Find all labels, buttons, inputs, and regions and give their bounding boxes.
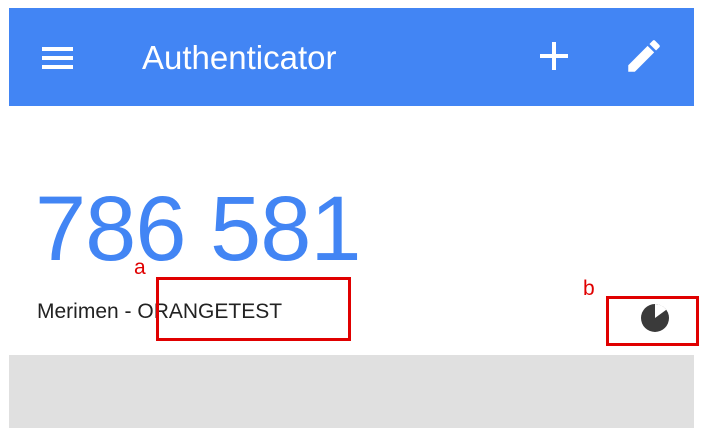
account-card[interactable]: 786 581 Merimen - ORANGETEST <box>9 106 694 355</box>
add-account-button[interactable] <box>534 36 574 76</box>
next-account-placeholder <box>9 355 694 428</box>
menu-button[interactable] <box>39 38 79 78</box>
annotation-label-b: b <box>583 277 595 300</box>
otp-code[interactable]: 786 581 <box>35 179 362 279</box>
app-bar: Authenticator <box>9 8 694 106</box>
annotation-box-a <box>156 277 351 341</box>
annotation-label-a: a <box>134 256 146 279</box>
account-issuer: Merimen <box>37 300 119 323</box>
edit-button[interactable] <box>623 35 665 77</box>
annotation-box-b <box>606 296 699 346</box>
account-separator: - <box>118 300 138 323</box>
authenticator-screen: Authenticator 786 581 Merimen - ORANGETE… <box>0 0 702 428</box>
app-title: Authenticator <box>142 39 337 76</box>
pencil-icon <box>628 40 660 72</box>
plus-icon <box>540 42 568 70</box>
